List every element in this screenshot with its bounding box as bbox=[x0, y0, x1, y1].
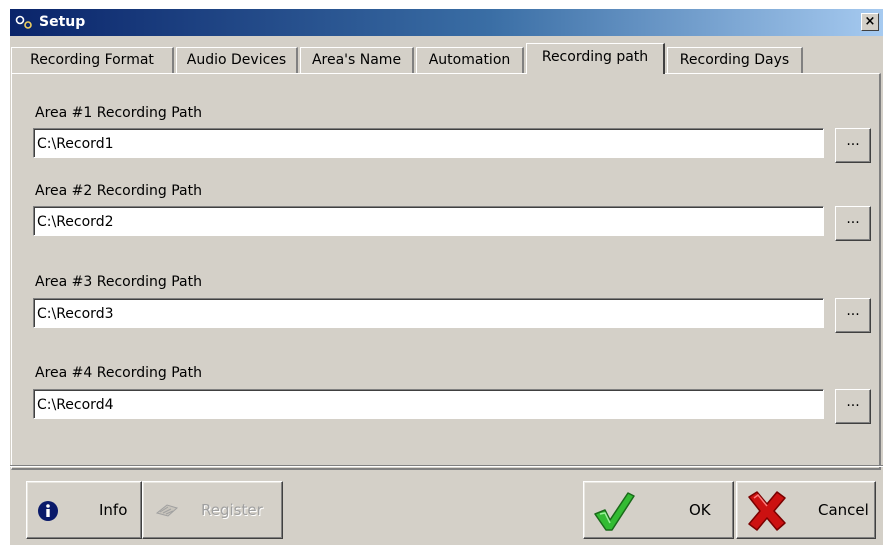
area-2-path-label: Area #2 Recording Path bbox=[35, 183, 202, 199]
area-3-path-input[interactable] bbox=[33, 298, 824, 328]
area-1-browse-button[interactable]: ... bbox=[835, 128, 871, 163]
window-title: Setup bbox=[39, 14, 86, 30]
info-icon bbox=[38, 501, 58, 521]
tab-strip: Recording Format Audio Devices Area's Na… bbox=[11, 43, 871, 74]
setup-window: Setup × Recording Format Audio Devices A… bbox=[10, 9, 883, 545]
button-bar-divider bbox=[10, 465, 883, 467]
gears-icon bbox=[15, 15, 32, 29]
tab-recording-days[interactable]: Recording Days bbox=[667, 47, 803, 73]
area-4-path-input[interactable] bbox=[33, 389, 824, 419]
info-button[interactable]: Info bbox=[26, 481, 142, 539]
tab-recording-format[interactable]: Recording Format bbox=[11, 47, 174, 73]
area-1-path-label: Area #1 Recording Path bbox=[35, 105, 202, 121]
area-4-path-label: Area #4 Recording Path bbox=[35, 365, 202, 381]
area-3-browse-button[interactable]: ... bbox=[835, 298, 871, 333]
area-4-browse-button[interactable]: ... bbox=[835, 389, 871, 424]
register-button-label: Register bbox=[201, 501, 263, 519]
ok-button[interactable]: OK bbox=[583, 481, 734, 539]
area-3-path-label: Area #3 Recording Path bbox=[35, 274, 202, 290]
register-icon bbox=[155, 504, 179, 517]
tab-recording-path[interactable]: Recording path bbox=[526, 43, 665, 74]
area-1-path-input[interactable] bbox=[33, 128, 824, 158]
close-button[interactable]: × bbox=[861, 13, 879, 31]
tab-areas-name[interactable]: Area's Name bbox=[300, 47, 414, 73]
cancel-button-label: Cancel bbox=[818, 501, 869, 519]
red-x-icon bbox=[748, 491, 786, 531]
title-bar[interactable]: Setup × bbox=[10, 9, 883, 36]
checkmark-icon bbox=[594, 492, 635, 531]
register-button[interactable]: Register bbox=[142, 481, 283, 539]
area-2-path-input[interactable] bbox=[33, 206, 824, 236]
area-2-browse-button[interactable]: ... bbox=[835, 206, 871, 241]
ok-button-label: OK bbox=[689, 501, 711, 519]
info-button-label: Info bbox=[99, 501, 128, 519]
tab-automation[interactable]: Automation bbox=[416, 47, 524, 73]
cancel-button[interactable]: Cancel bbox=[736, 481, 876, 539]
tab-audio-devices[interactable]: Audio Devices bbox=[176, 47, 298, 73]
